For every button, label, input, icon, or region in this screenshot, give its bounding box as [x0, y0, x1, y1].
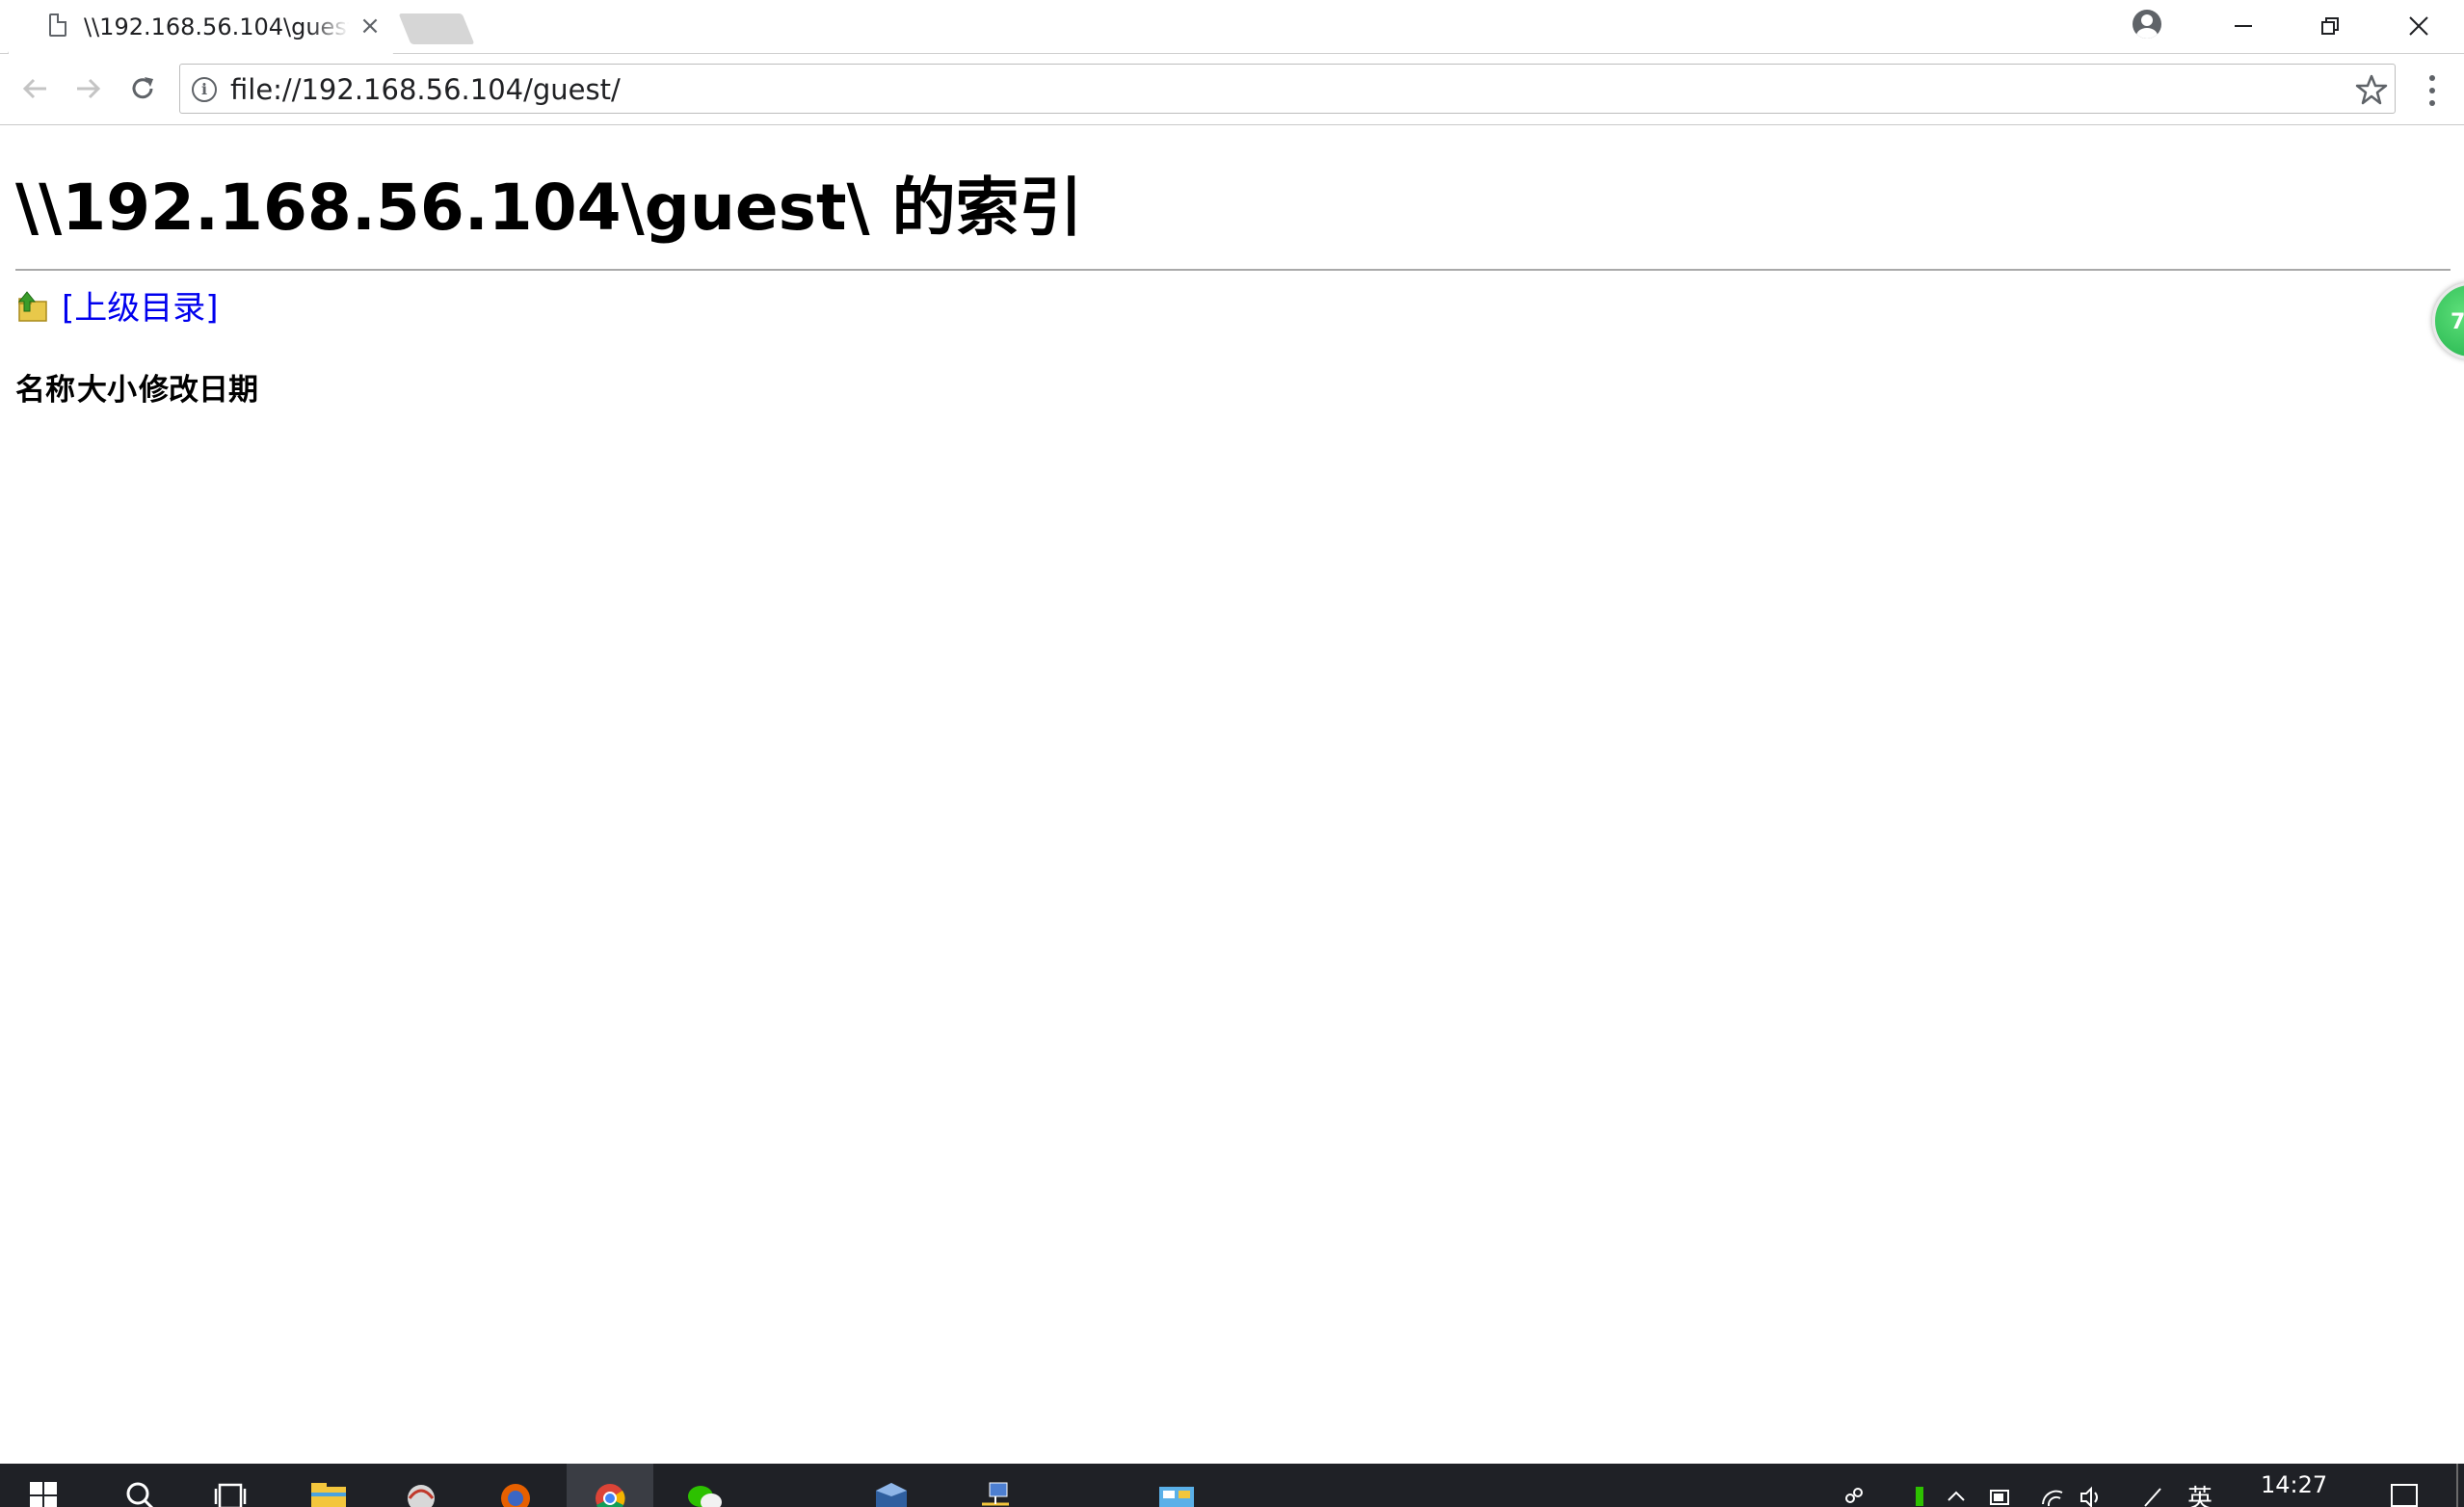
back-arrow-icon — [22, 78, 46, 99]
network-tool-icon — [982, 1482, 1009, 1506]
taskbar-firefox[interactable] — [472, 1464, 559, 1507]
page-icon — [49, 13, 66, 37]
close-window-button[interactable] — [2374, 0, 2463, 52]
search-button[interactable] — [96, 1464, 183, 1507]
close-icon — [2409, 16, 2428, 36]
taskbar-network-tool[interactable] — [952, 1464, 1039, 1507]
bookmark-star-icon[interactable] — [2354, 72, 2389, 107]
start-button[interactable] — [0, 1464, 87, 1507]
wifi-icon[interactable] — [2041, 1485, 2064, 1507]
column-header-modified[interactable]: 修改日期 — [139, 373, 258, 408]
parent-directory-link[interactable]: [上级目录] — [62, 288, 219, 329]
reload-icon — [132, 77, 153, 99]
network-app-icon — [408, 1485, 435, 1507]
reload-button[interactable] — [119, 66, 166, 112]
back-button[interactable] — [12, 66, 58, 112]
action-center-icon[interactable] — [2390, 1481, 2419, 1507]
task-view-button[interactable] — [187, 1464, 274, 1507]
show-hidden-icons-chevron-icon[interactable] — [1945, 1485, 1968, 1507]
taskbar-virtualbox[interactable] — [848, 1464, 935, 1507]
forward-arrow-icon — [77, 78, 101, 99]
page-content: \\192.168.56.104\guest\ 的索引 [上级目录] 名称大小修… — [0, 126, 2464, 1464]
column-header-size[interactable]: 大小 — [77, 373, 137, 408]
task-view-icon — [214, 1483, 247, 1507]
address-bar[interactable]: i file://192.168.56.104/guest/ — [179, 64, 2396, 114]
minimize-icon — [2235, 25, 2252, 27]
wechat-icon — [688, 1486, 722, 1507]
taskbar-control-panel[interactable] — [1133, 1464, 1220, 1507]
input-method-indicator[interactable]: 英 — [2187, 1479, 2212, 1507]
file-explorer-icon — [311, 1483, 346, 1507]
floating-speed-badge[interactable]: 70 — [2432, 282, 2464, 359]
forward-button[interactable] — [66, 66, 112, 112]
url-text[interactable]: file://192.168.56.104/guest/ — [230, 74, 621, 105]
volume-icon[interactable] — [2080, 1485, 2103, 1507]
virtualbox-icon — [876, 1483, 907, 1507]
browser-menu-button[interactable] — [2415, 71, 2450, 110]
search-icon — [126, 1482, 154, 1507]
profile-icon[interactable] — [2133, 10, 2161, 39]
menu-dot-icon — [2429, 100, 2435, 106]
browser-toolbar: i file://192.168.56.104/guest/ — [0, 54, 2464, 125]
taskbar-chrome[interactable] — [567, 1464, 653, 1507]
page-title: \\192.168.56.104\guest\ 的索引 — [15, 171, 1083, 245]
taskbar-network-app[interactable] — [378, 1464, 464, 1507]
taskbar-wechat[interactable] — [661, 1464, 748, 1507]
new-tab-button[interactable] — [398, 13, 475, 44]
usb-device-icon[interactable] — [1908, 1485, 1931, 1507]
people-icon[interactable] — [1842, 1485, 1866, 1507]
minimize-button[interactable] — [2199, 0, 2288, 52]
column-header-name[interactable]: 名称 — [15, 373, 75, 408]
windows-start-icon — [30, 1482, 57, 1507]
firefox-icon — [501, 1484, 530, 1507]
battery-icon[interactable] — [1989, 1485, 2012, 1507]
column-headers: 名称大小修改日期 — [15, 371, 260, 410]
tab-title: \\192.168.56.104\guest\ — [84, 13, 349, 40]
restore-button[interactable] — [2286, 0, 2374, 52]
active-tab[interactable]: \\192.168.56.104\guest\ × — [8, 0, 393, 54]
taskbar-clock[interactable]: 14:27 — [2261, 1471, 2327, 1498]
tab-strip: \\192.168.56.104\guest\ × — [0, 0, 2464, 54]
menu-dot-icon — [2429, 75, 2435, 81]
restore-icon — [2321, 17, 2339, 35]
pen-icon[interactable] — [2141, 1485, 2164, 1507]
parent-folder-icon[interactable] — [17, 290, 48, 323]
divider — [15, 269, 2451, 271]
menu-dot-icon — [2429, 88, 2435, 93]
chrome-icon — [596, 1484, 625, 1507]
show-desktop-divider[interactable] — [2456, 1464, 2458, 1507]
taskbar-file-explorer[interactable] — [285, 1464, 372, 1507]
info-icon[interactable]: i — [192, 77, 217, 102]
control-panel-icon — [1159, 1487, 1194, 1507]
tab-close-icon[interactable]: × — [358, 13, 383, 39]
windows-taskbar: 英 14:27 — [0, 1464, 2464, 1507]
badge-value: 70 — [2451, 310, 2464, 334]
